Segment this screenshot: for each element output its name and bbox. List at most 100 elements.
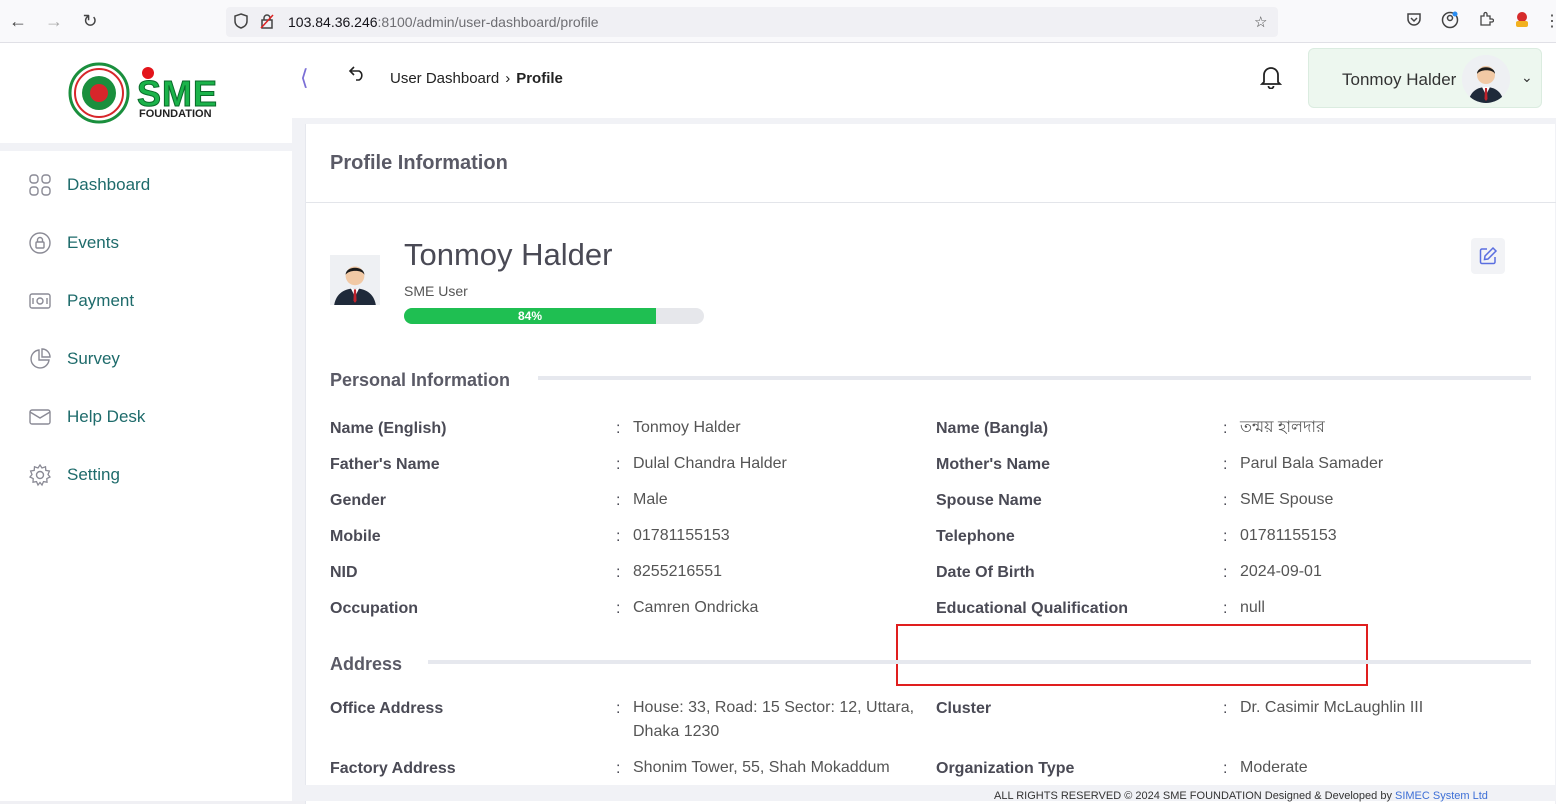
field-colon: : — [1223, 528, 1228, 545]
field-value: Dr. Casimir McLaughlin III — [1240, 699, 1424, 716]
field-value: 01781155153 — [1240, 527, 1337, 544]
field-colon: : — [1223, 600, 1228, 617]
chevron-right-icon: › — [505, 70, 511, 87]
field-value: SME Spouse — [1240, 491, 1334, 508]
notification-bell-icon[interactable] — [1259, 65, 1283, 94]
profile-completion-progress: 84% — [404, 308, 704, 324]
lock-circle-icon — [28, 231, 52, 255]
field-label: Educational Qualification — [936, 600, 1129, 617]
field-label: Mobile — [330, 528, 381, 545]
profile-card: Profile Information Tonmoy Halder SME Us… — [305, 124, 1556, 804]
extensions-icon[interactable] — [1476, 11, 1496, 32]
field-colon: : — [1223, 492, 1228, 509]
bookmark-star-icon[interactable]: ☆ — [1254, 13, 1267, 31]
profile-avatar — [330, 255, 380, 305]
field-label: Spouse Name — [936, 492, 1042, 509]
money-icon — [28, 289, 52, 313]
address-bar[interactable]: 103.84.36.246:8100/admin/user-dashboard/… — [226, 7, 1278, 37]
collapse-sidebar-icon[interactable]: ⟨ — [300, 65, 309, 91]
field-value: 8255216551 — [633, 563, 722, 580]
field-value: Camren Ondricka — [633, 599, 759, 616]
field-colon: : — [1223, 564, 1228, 581]
progress-fill: 84% — [404, 308, 656, 324]
field-label: Mother's Name — [936, 456, 1051, 473]
field-label: Name (English) — [330, 420, 447, 437]
field-label: Name (Bangla) — [936, 420, 1049, 437]
edit-profile-button[interactable] — [1471, 238, 1505, 274]
field-value: Moderate — [1240, 759, 1308, 776]
divider — [306, 202, 1556, 203]
back-arrow-icon[interactable]: ← — [7, 10, 29, 32]
sidebar-item-payment[interactable]: Payment — [28, 286, 134, 316]
developer-link[interactable]: SIMEC System Ltd — [1395, 790, 1488, 802]
app-root: SME FOUNDATION Dashboard Events Payment … — [0, 43, 1556, 804]
sidebar-item-dashboard[interactable]: Dashboard — [28, 170, 150, 200]
edit-icon — [1479, 246, 1498, 265]
chevron-down-icon: ⌄ — [1521, 69, 1533, 85]
account-icon[interactable] — [1440, 11, 1460, 34]
menu-icon[interactable]: ⋮ — [1542, 11, 1556, 31]
field-colon: : — [616, 564, 621, 581]
breadcrumb: User Dashboard › Profile — [390, 70, 563, 87]
logo[interactable]: SME FOUNDATION — [0, 43, 292, 143]
section-title-address: Address — [330, 654, 427, 675]
field-value: Tonmoy Halder — [633, 419, 741, 436]
field-value: Parul Bala Samader — [1240, 455, 1384, 472]
sidebar-item-label: Setting — [67, 465, 120, 484]
field-colon: : — [616, 492, 621, 509]
field-colon: : — [616, 600, 621, 617]
avatar — [1462, 55, 1510, 103]
sidebar-item-label: Survey — [67, 349, 120, 368]
field-colon: : — [616, 456, 621, 473]
sidebar-item-label: Events — [67, 233, 119, 252]
section-title-personal: Personal Information — [330, 370, 535, 391]
logo-foundation-text: FOUNDATION — [139, 108, 212, 120]
sidebar-item-events[interactable]: Events — [28, 228, 119, 258]
page-title: Profile Information — [330, 152, 508, 174]
grid-icon — [28, 173, 52, 197]
insecure-lock-icon — [260, 13, 274, 33]
field-colon: : — [1223, 420, 1228, 437]
breadcrumb-current: Profile — [516, 70, 563, 87]
field-label: Date Of Birth — [936, 564, 1035, 581]
field-colon: : — [616, 700, 621, 717]
section-divider — [428, 660, 1531, 664]
field-label: Office Address — [330, 700, 444, 717]
field-value: Male — [633, 491, 668, 508]
field-colon: : — [616, 528, 621, 545]
field-label: NID — [330, 564, 358, 581]
browser-toolbar: ← → ↻ 103.84.36.246:8100/admin/user-dash… — [0, 0, 1556, 43]
footer: ALL RIGHTS RESERVED © 2024 SME FOUNDATIO… — [292, 785, 1556, 802]
sidebar-item-help-desk[interactable]: Help Desk — [28, 402, 145, 432]
field-colon: : — [1223, 760, 1228, 777]
field-label: Telephone — [936, 528, 1015, 545]
pocket-icon[interactable] — [1404, 11, 1424, 32]
field-label: Father's Name — [330, 456, 440, 473]
sidebar-divider — [0, 143, 292, 151]
forward-arrow-icon[interactable]: → — [43, 10, 65, 32]
reload-icon[interactable]: ↻ — [79, 10, 101, 32]
sidebar-item-survey[interactable]: Survey — [28, 344, 120, 374]
field-value: 01781155153 — [633, 527, 730, 544]
field-label: Occupation — [330, 600, 419, 617]
field-colon: : — [616, 420, 621, 437]
user-name: Tonmoy Halder — [1342, 70, 1457, 89]
breadcrumb-parent[interactable]: User Dashboard — [390, 70, 499, 87]
field-colon: : — [1223, 700, 1228, 717]
sidebar-item-label: Payment — [67, 291, 135, 310]
field-label: Cluster — [936, 700, 992, 717]
sidebar-item-setting[interactable]: Setting — [28, 460, 120, 490]
profile-name: Tonmoy Halder — [404, 237, 613, 272]
field-value: তন্ময় হালদার — [1240, 419, 1325, 436]
extension-badge-icon[interactable] — [1512, 11, 1532, 34]
sidebar-item-label: Help Desk — [67, 407, 146, 426]
undo-back-icon[interactable] — [348, 65, 366, 86]
field-value: null — [1240, 599, 1265, 616]
pie-chart-icon — [28, 347, 52, 371]
field-colon: : — [616, 760, 621, 777]
footer-text: ALL RIGHTS RESERVED © 2024 SME FOUNDATIO… — [994, 790, 1488, 802]
field-value: Shonim Tower, 55, Shah Mokaddum — [633, 759, 890, 776]
user-menu[interactable]: Tonmoy Halder ⌄ — [1308, 48, 1542, 108]
field-value: Dulal Chandra Halder — [633, 455, 787, 472]
shield-icon — [234, 13, 248, 33]
